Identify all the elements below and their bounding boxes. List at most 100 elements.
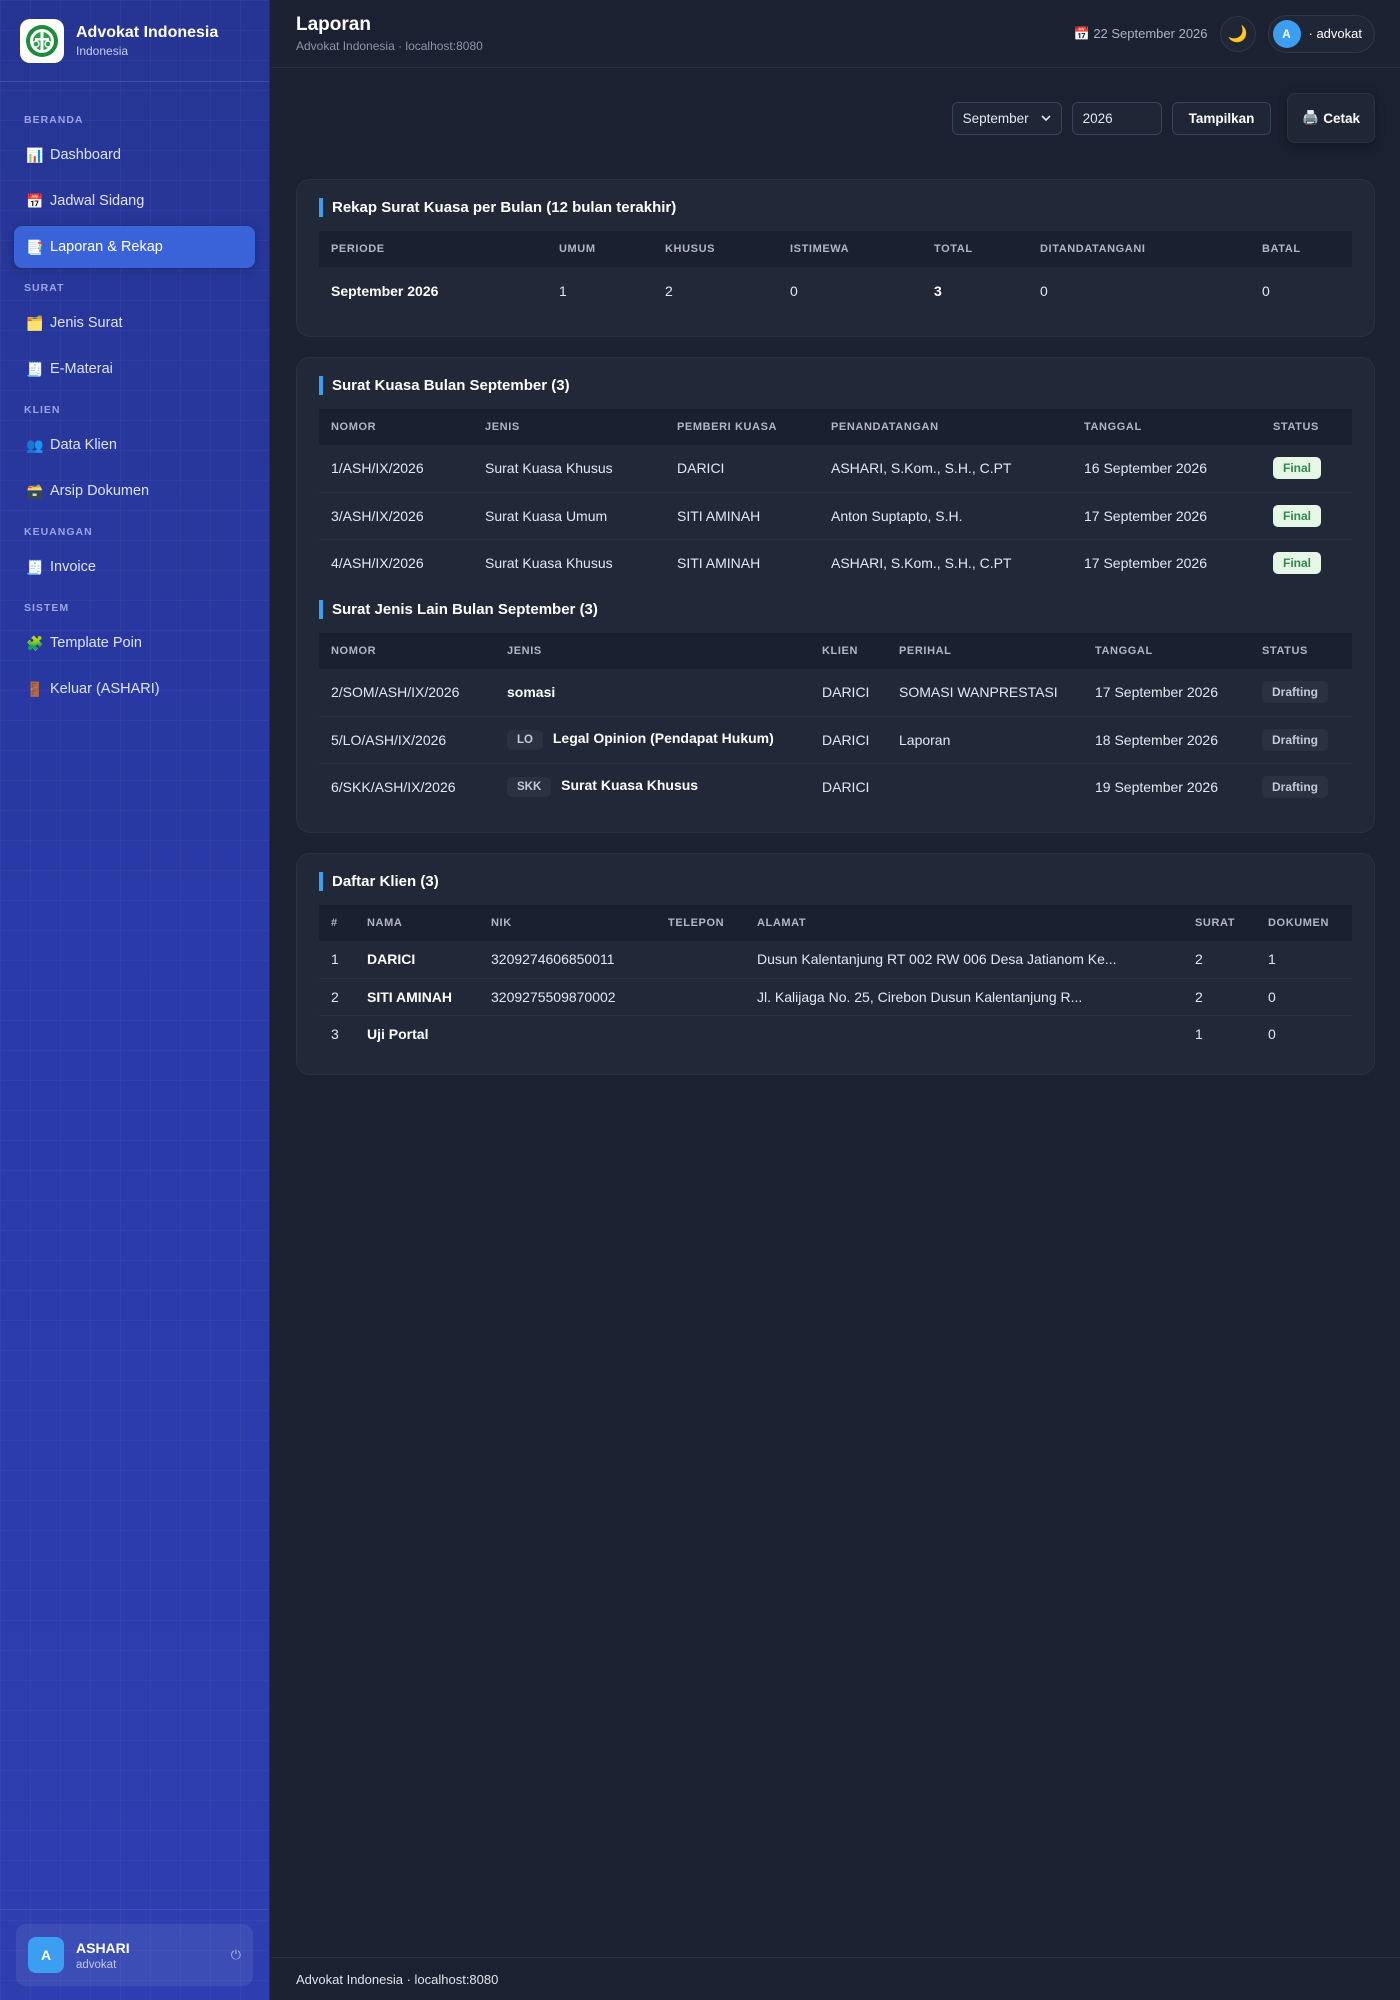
sidebar-item-jadwal-sidang[interactable]: 📅 Jadwal Sidang — [14, 180, 255, 222]
header-date-text: 22 September 2026 — [1093, 25, 1208, 41]
sidebar-item-data-klien[interactable]: 👥 Data Klien — [14, 424, 255, 466]
sidebar-item-e-materai[interactable]: 🧾 E-Materai — [14, 348, 255, 390]
cell-perihal: SOMASI WANPRESTASI — [887, 669, 1083, 717]
lain-title: Surat Jenis Lain Bulan September (3) — [319, 600, 1352, 619]
col-header: KHUSUS — [653, 231, 778, 267]
printer-icon: 🖨️ — [1302, 110, 1320, 125]
table-row[interactable]: 1/ASH/IX/2026 Surat Kuasa Khusus DARICI … — [319, 445, 1352, 493]
cell-klien: DARICI — [822, 778, 870, 795]
klien-title: Daftar Klien (3) — [319, 872, 1352, 891]
cell-nomor: 4/ASH/IX/2026 — [331, 554, 424, 571]
col-header: SURAT — [1183, 905, 1256, 941]
table-row[interactable]: 3/ASH/IX/2026 Surat Kuasa Umum SITI AMIN… — [319, 492, 1352, 540]
top-header: Laporan Advokat Indonesia · localhost:80… — [271, 0, 1400, 68]
power-icon[interactable]: ⏻ — [231, 1947, 241, 1963]
section-sistem: SISTEM — [24, 602, 70, 614]
cell-telepon — [656, 1015, 745, 1052]
cell-tanggal: 16 September 2026 — [1072, 445, 1261, 493]
month-select[interactable]: September — [951, 101, 1062, 135]
cell-khusus: 2 — [665, 282, 673, 299]
month-select-value: September — [962, 110, 1029, 126]
cell-nik — [479, 1015, 656, 1052]
sidebar-item-label: Arsip Dokumen — [50, 483, 150, 499]
theme-toggle-button[interactable]: 🌙 — [1219, 15, 1256, 52]
archive-icon: 🗃️ — [26, 482, 44, 499]
cell-perihal: Laporan — [887, 716, 1083, 764]
table-row[interactable]: 1 DARICI 3209274606850011 Dusun Kalentan… — [319, 941, 1352, 979]
user-name: ASHARI — [76, 1939, 130, 1956]
cell-status: Drafting — [1250, 669, 1352, 717]
cell-dokumen: 0 — [1268, 1025, 1276, 1042]
brand-sub: Indonesia — [76, 43, 129, 58]
calendar-icon: 📅 — [26, 192, 44, 209]
status-badge: Drafting — [1262, 775, 1328, 798]
sidebar-item-jenis-surat[interactable]: 🗂️ Jenis Surat — [14, 302, 255, 344]
sidebar-item-dashboard[interactable]: 📊 Dashboard — [14, 134, 255, 176]
sidebar-item-template-poin[interactable]: 🧩 Template Poin — [14, 622, 255, 664]
chevron-down-icon — [1041, 115, 1051, 122]
header-date: 📅 22 September 2026 — [1074, 26, 1208, 42]
status-badge: Final — [1273, 504, 1322, 527]
status-badge: Drafting — [1262, 728, 1328, 751]
user-menu-button[interactable]: A · advokat — [1267, 14, 1375, 53]
jenis-label: somasi — [507, 684, 556, 701]
sidebar-item-logout[interactable]: 🚪 Keluar (ASHARI) — [14, 668, 255, 710]
cell-status: Final — [1261, 492, 1352, 540]
sidebar-user-card[interactable]: A ASHARI advokat ⏻ — [16, 1924, 253, 1986]
cell-nama: DARICI — [355, 941, 479, 979]
cell-surat: 2 — [1183, 978, 1256, 1016]
cell-nomor: 2/SOM/ASH/IX/2026 — [319, 669, 495, 717]
col-header: ALAMAT — [745, 905, 1183, 941]
col-header: # — [319, 905, 355, 941]
users-icon: 👥 — [26, 436, 44, 453]
chart-icon: 📊 — [26, 146, 44, 163]
cell-nik: 3209275509870002 — [479, 978, 656, 1016]
table-row[interactable]: 5/LO/ASH/IX/2026 LO Legal Opinion (Penda… — [319, 716, 1352, 764]
col-header: STATUS — [1261, 409, 1352, 445]
cell-penandatangan: Anton Suptapto, S.H. — [819, 492, 1072, 540]
col-header: STATUS — [1250, 633, 1352, 669]
cell-jenis: LO Legal Opinion (Pendapat Hukum) — [495, 716, 810, 764]
table-row[interactable]: 3 Uji Portal 1 0 — [319, 1015, 1352, 1052]
klien-card: Daftar Klien (3) # NAMA NIK TELEPON ALAM… — [296, 853, 1375, 1075]
cell-klien: DARICI — [810, 669, 887, 717]
table-row[interactable]: 4/ASH/IX/2026 Surat Kuasa Khusus SITI AM… — [319, 539, 1352, 586]
col-header: JENIS — [495, 633, 810, 669]
col-header: TOTAL — [922, 231, 1028, 267]
cell-jenis: Surat Kuasa Umum — [473, 492, 665, 540]
table-row[interactable]: 2/SOM/ASH/IX/2026 somasi DARICI SOMASI W… — [319, 669, 1352, 717]
sidebar-item-laporan[interactable]: 📑 Laporan & Rekap — [14, 226, 255, 268]
footer-text: Advokat Indonesia · localhost:8080 — [296, 1971, 499, 1987]
table-row[interactable]: 2 SITI AMINAH 3209275509870002 Jl. Kalij… — [319, 978, 1352, 1016]
sidebar-item-invoice[interactable]: 🧾 Invoice — [14, 546, 255, 588]
sidebar: Advokat Indonesia Indonesia BERANDA 📊 Da… — [0, 0, 270, 2000]
cell-total: 3 — [934, 282, 942, 299]
sidebar-item-arsip-dokumen[interactable]: 🗃️ Arsip Dokumen — [14, 470, 255, 512]
cell-nomor: 1/ASH/IX/2026 — [319, 445, 473, 493]
cell-nomor: 3/ASH/IX/2026 — [319, 492, 473, 540]
cell-tanggal: 17 September 2026 — [1084, 554, 1207, 571]
print-button[interactable]: 🖨️ Cetak — [1287, 93, 1375, 143]
jenis-label: Surat Kuasa Khusus — [561, 776, 699, 793]
status-badge: Final — [1273, 551, 1322, 574]
invoice-icon: 🧾 — [26, 558, 44, 575]
kuasa-table: NOMOR JENIS PEMBERI KUASA PENANDATANGAN … — [319, 409, 1352, 586]
show-button[interactable]: Tampilkan — [1171, 101, 1272, 135]
cell-nomor: 5/LO/ASH/IX/2026 — [319, 716, 495, 764]
year-input[interactable]: 2026 — [1071, 101, 1162, 135]
sidebar-item-label: Template Poin — [50, 635, 142, 651]
cell-istimewa: 0 — [790, 282, 798, 299]
cell-nama: SITI AMINAH — [355, 978, 479, 1016]
table-row[interactable]: 6/SKK/ASH/IX/2026 SKK Surat Kuasa Khusus… — [319, 763, 1352, 810]
cell-jenis: somasi — [495, 669, 810, 717]
col-header: PERIHAL — [887, 633, 1083, 669]
calendar-icon: 📅 — [1073, 25, 1090, 41]
status-badge: Final — [1273, 457, 1322, 480]
filter-toolbar: September 2026 Tampilkan 🖨️ Cetak — [296, 93, 1375, 143]
col-header: UMUM — [547, 231, 653, 267]
page-subtitle: Advokat Indonesia · localhost:8080 — [296, 39, 483, 53]
cell-pemberi: SITI AMINAH — [677, 554, 761, 571]
cell-dokumen: 0 — [1256, 978, 1352, 1016]
brand[interactable]: Advokat Indonesia Indonesia — [0, 0, 269, 82]
door-icon: 🚪 — [26, 680, 44, 697]
